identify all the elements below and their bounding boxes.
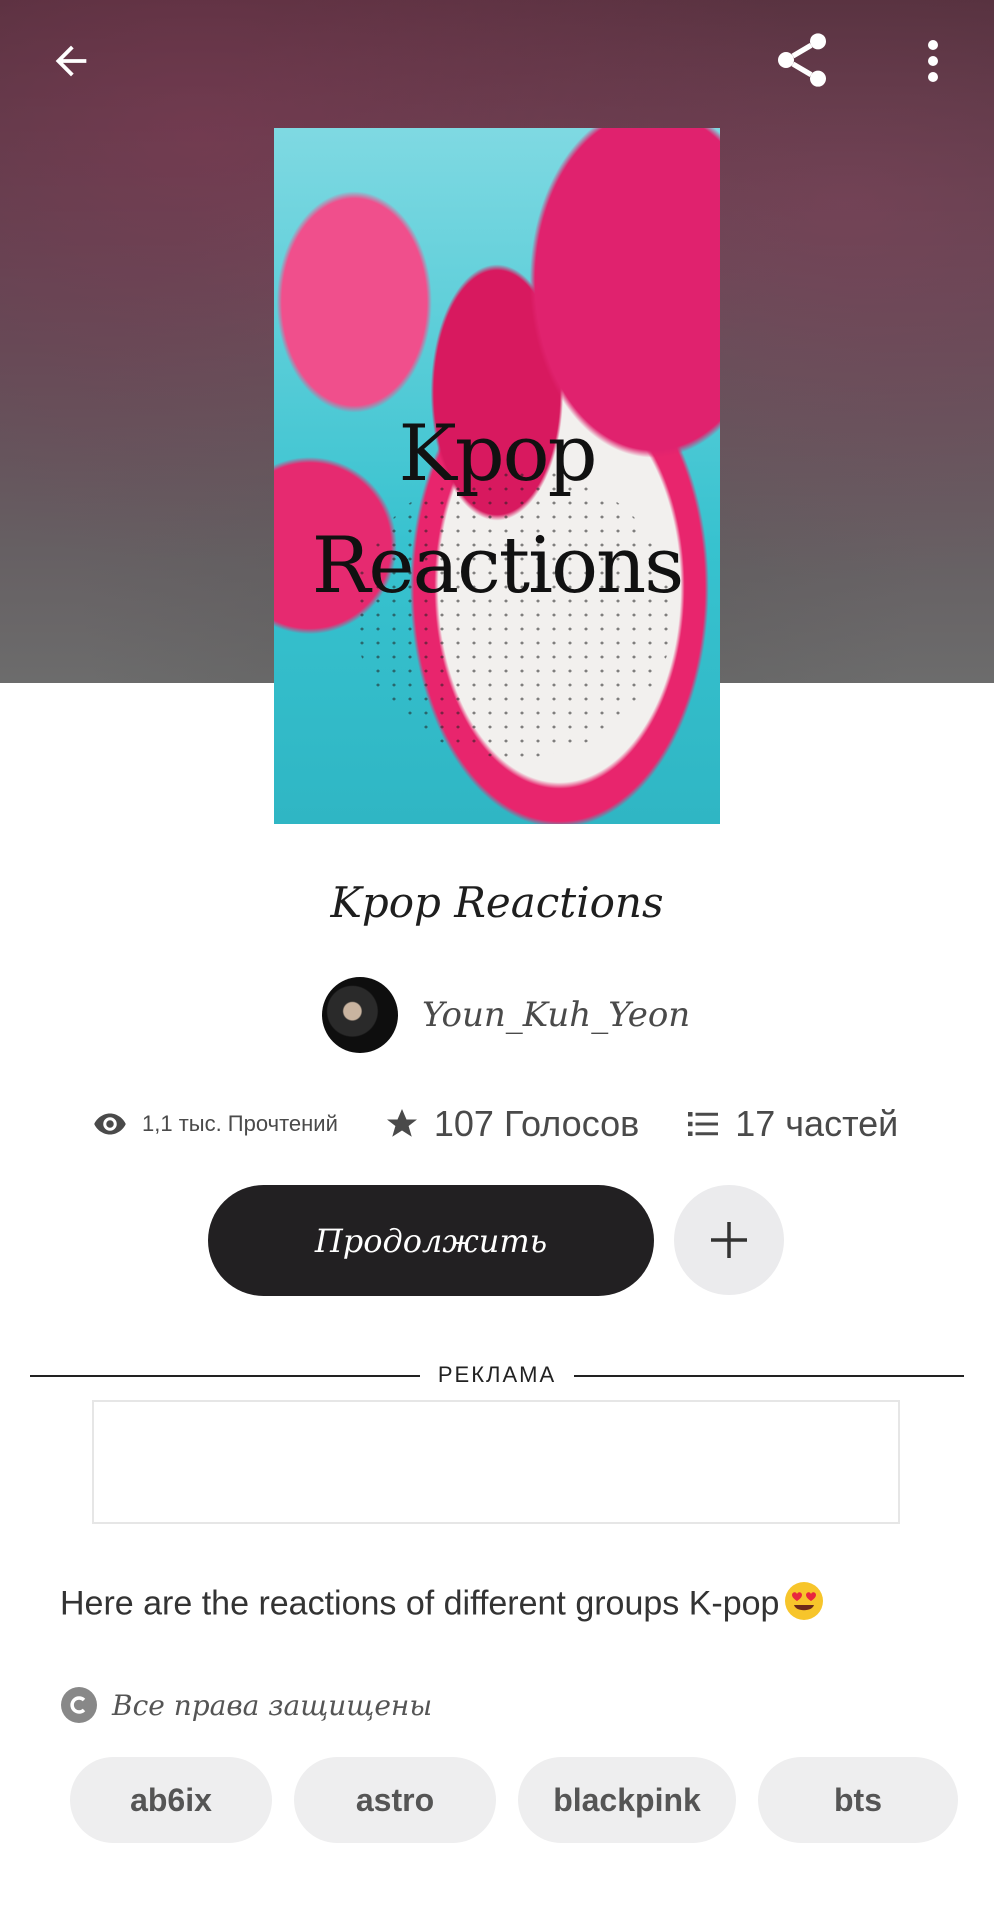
tag-chip[interactable]: blackpink: [518, 1757, 736, 1843]
arrow-left-icon: [55, 45, 87, 77]
author-name[interactable]: Youn_Kuh_Yeon: [422, 995, 690, 1035]
copyright-icon: [61, 1687, 97, 1723]
tag-chip[interactable]: astro: [294, 1757, 496, 1843]
reads-count: 1,1 тыс. Прочтений: [142, 1111, 338, 1136]
tag-chip[interactable]: bts: [758, 1757, 958, 1843]
author-link[interactable]: Youn_Kuh_Yeon: [322, 976, 690, 1054]
list-icon: [685, 1106, 721, 1142]
more-options-button[interactable]: [908, 26, 958, 96]
plus-icon: [711, 1222, 747, 1258]
votes-count: 107 Голосов: [433, 1103, 640, 1144]
tag-chip[interactable]: ab6ix: [70, 1757, 272, 1843]
cover-title: Kpop Reactions: [274, 398, 720, 622]
votes-stat: 107 Голосов: [384, 1103, 639, 1145]
more-vertical-icon: [928, 40, 938, 82]
cover-title-line2: Reactions: [311, 521, 685, 611]
story-cover-image[interactable]: Kpop Reactions: [274, 128, 720, 824]
avatar[interactable]: [322, 977, 398, 1053]
story-description: Here are the reactions of different grou…: [60, 1580, 940, 1631]
share-icon: [778, 33, 826, 87]
cover-title-line1: Kpop: [398, 409, 597, 499]
story-title: Kpop Reactions: [330, 878, 664, 927]
tag-list: ab6ix astro blackpink bts: [70, 1757, 980, 1843]
ad-label: РЕКЛАМА: [437, 1362, 557, 1387]
parts-stat[interactable]: 17 частей: [685, 1103, 898, 1145]
share-button[interactable]: [764, 22, 840, 98]
ad-placeholder[interactable]: [92, 1400, 900, 1524]
story-stats: 1,1 тыс. Прочтений 107 Голосов 17 частей: [92, 1094, 898, 1154]
description-text: Here are the reactions of different grou…: [60, 1584, 780, 1623]
reads-stat: 1,1 тыс. Прочтений: [92, 1106, 338, 1142]
heart-eyes-emoji-icon: [783, 1580, 825, 1631]
copyright-text: Все права защищены: [112, 1688, 433, 1722]
add-to-library-button[interactable]: [674, 1185, 784, 1295]
eye-icon: [92, 1106, 128, 1142]
star-icon: [384, 1106, 420, 1142]
divider-right: [574, 1375, 964, 1377]
parts-count: 17 частей: [735, 1103, 899, 1144]
divider-left: [30, 1375, 420, 1377]
copyright-notice: Все права защищены: [60, 1680, 432, 1730]
continue-reading-button[interactable]: Продолжить: [208, 1185, 654, 1296]
back-button[interactable]: [36, 26, 106, 96]
